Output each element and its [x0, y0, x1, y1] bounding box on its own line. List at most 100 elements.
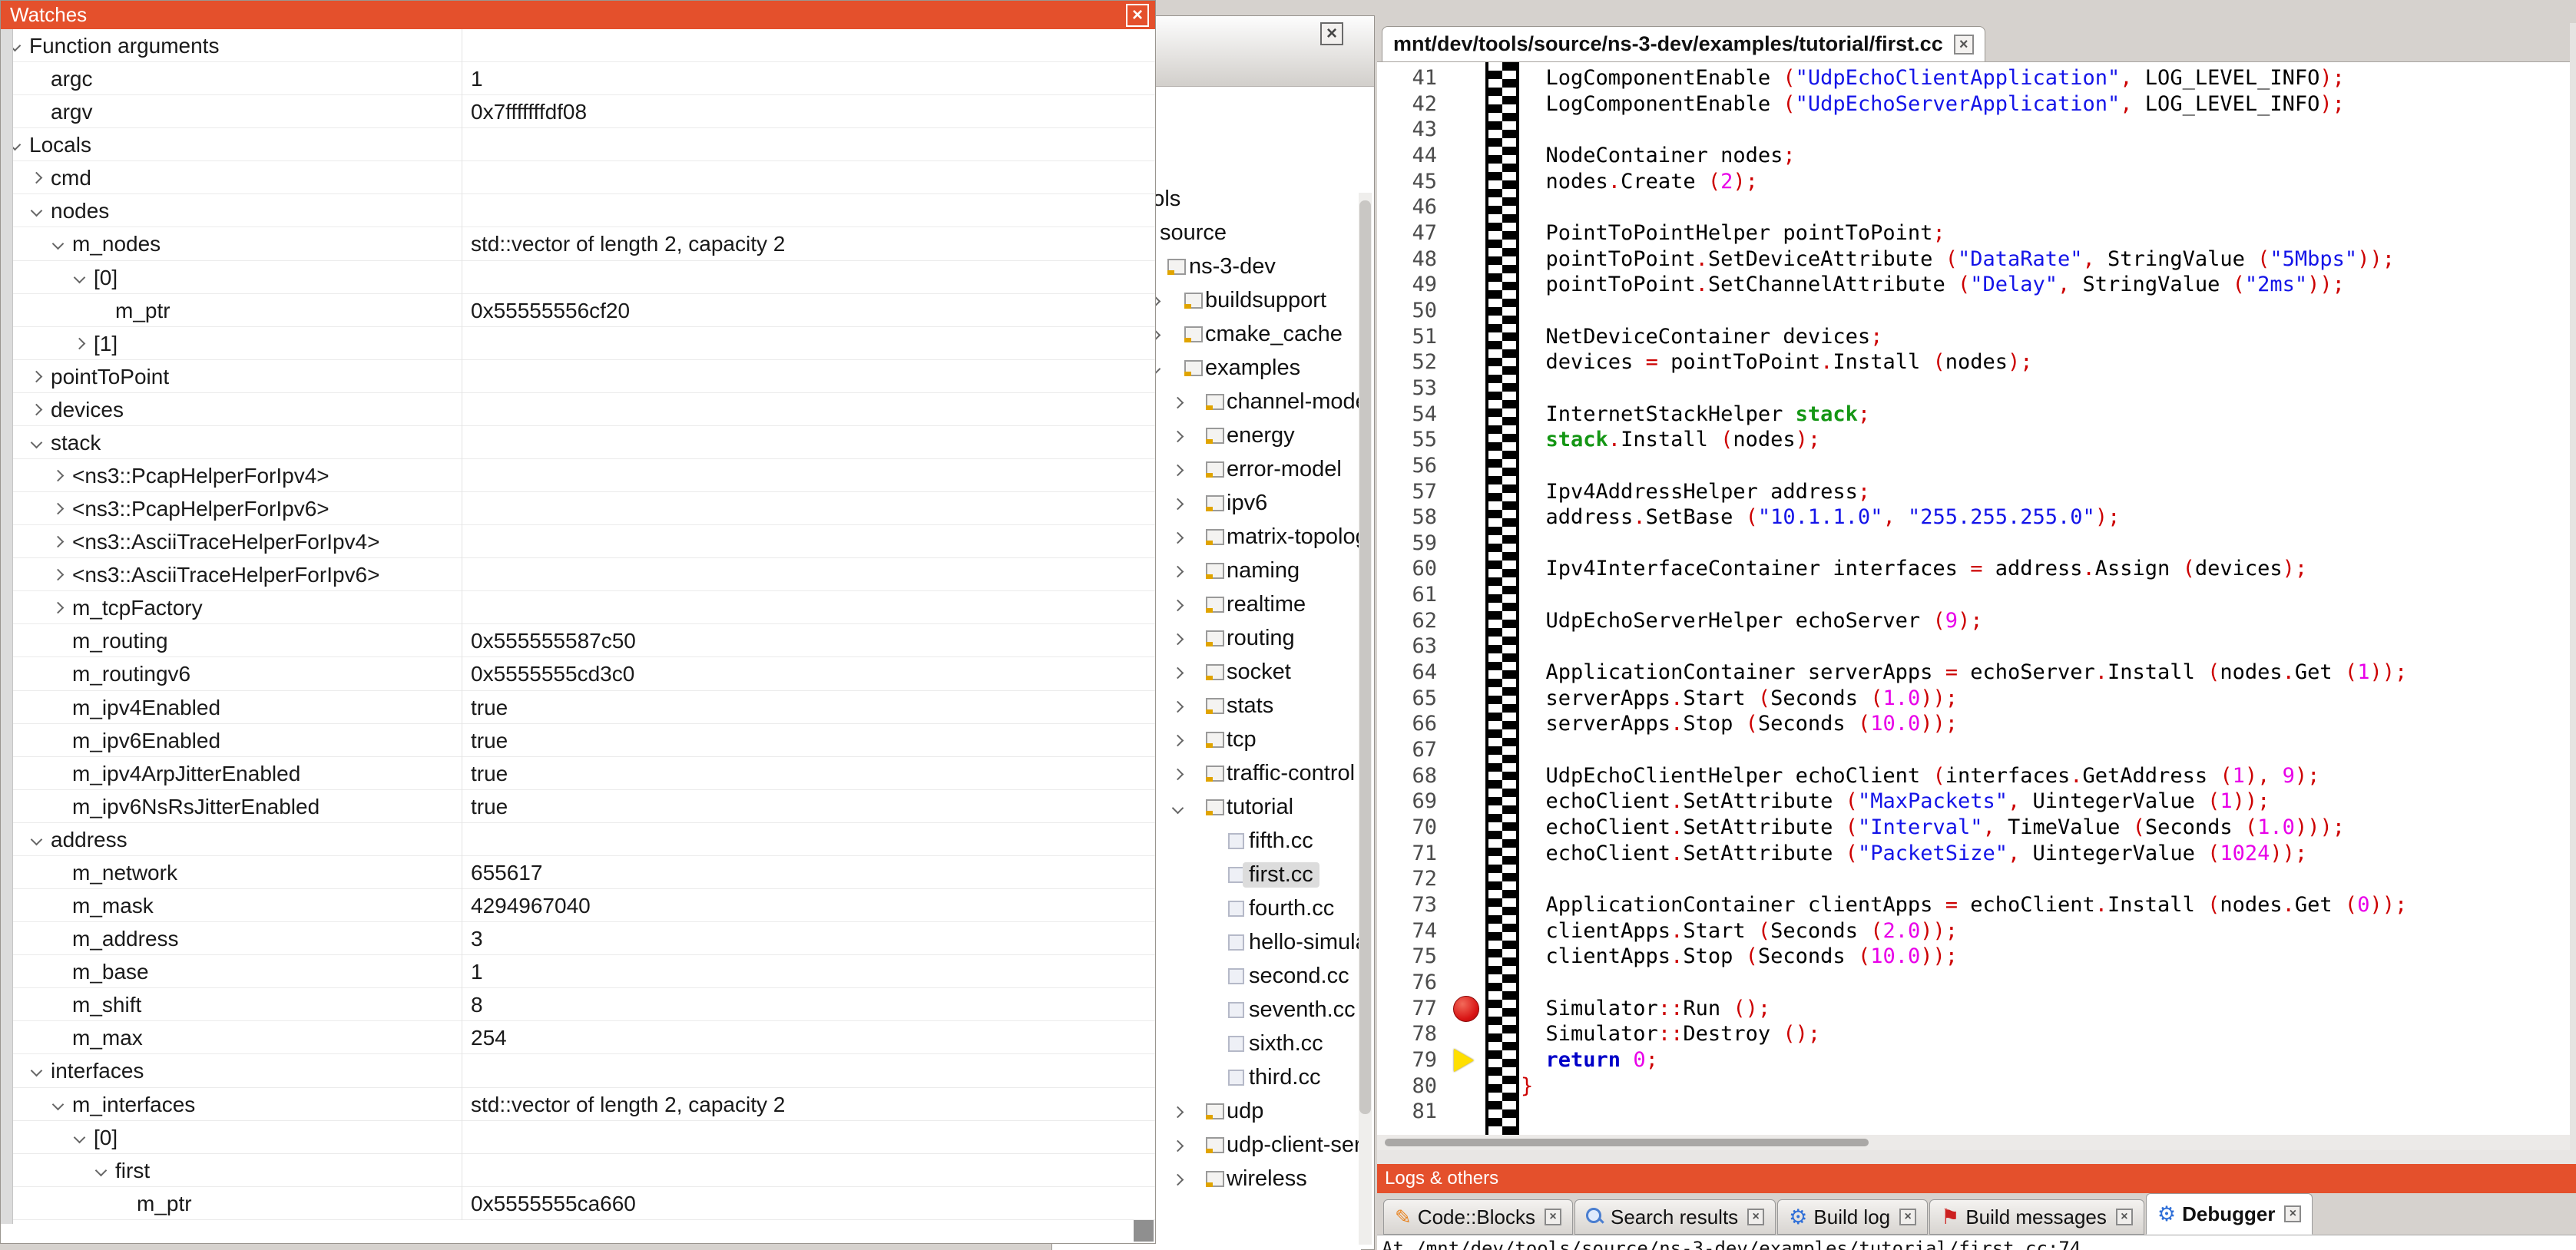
chevron-right-icon[interactable]	[1172, 1140, 1184, 1152]
code-line[interactable]: Simulator::Run ();	[1521, 996, 2565, 1022]
watch-row[interactable]: <ns3::AsciiTraceHelperForIpv6>	[1, 558, 1155, 591]
line-number[interactable]: 47	[1377, 220, 1448, 246]
close-icon[interactable]: ×	[1545, 1209, 1561, 1225]
watch-row[interactable]: stack	[1, 426, 1155, 459]
code-line[interactable]: pointToPoint.SetChannelAttribute ("Delay…	[1521, 272, 2565, 298]
close-icon[interactable]: ×	[1954, 35, 1974, 55]
line-number[interactable]: 70	[1377, 815, 1448, 841]
code-line[interactable]	[1521, 582, 2565, 608]
code-line[interactable]: serverApps.Start (Seconds (1.0));	[1521, 686, 2565, 712]
code-line[interactable]	[1521, 866, 2565, 892]
line-number[interactable]: 72	[1377, 866, 1448, 892]
watch-row[interactable]: m_address3	[1, 922, 1155, 955]
code-line[interactable]: serverApps.Stop (Seconds (10.0));	[1521, 711, 2565, 737]
chevron-right-icon[interactable]	[1172, 532, 1184, 544]
line-number[interactable]: 48	[1377, 246, 1448, 273]
close-icon[interactable]: ×	[1899, 1209, 1916, 1225]
line-number[interactable]: 56	[1377, 453, 1448, 479]
chevron-right-icon[interactable]	[1172, 431, 1184, 443]
code-line[interactable]: devices = pointToPoint.Install (nodes);	[1521, 349, 2565, 375]
watch-row[interactable]: m_ipv4ArpJitterEnabledtrue	[1, 757, 1155, 790]
tree-vertical-scrollbar[interactable]	[1359, 193, 1372, 1245]
chevron-right-icon[interactable]	[1172, 1106, 1184, 1119]
watch-row[interactable]: m_interfacesstd::vector of length 2, cap…	[1, 1088, 1155, 1121]
line-number[interactable]: 45	[1377, 169, 1448, 195]
chevron-down-icon[interactable]	[31, 205, 43, 217]
code-line[interactable]	[1521, 970, 2565, 996]
code-line[interactable]: stack.Install (nodes);	[1521, 427, 2565, 453]
code-line[interactable]: NodeContainer nodes;	[1521, 143, 2565, 169]
chevron-right-icon[interactable]	[1172, 633, 1184, 646]
watch-row[interactable]: first	[1, 1154, 1155, 1187]
line-number[interactable]: 46	[1377, 194, 1448, 220]
editor-horizontal-scrollbar[interactable]	[1377, 1135, 2570, 1150]
code-line[interactable]	[1521, 194, 2565, 220]
code-line[interactable]	[1521, 453, 2565, 479]
chevron-right-icon[interactable]	[74, 337, 86, 349]
line-number[interactable]: 77	[1377, 996, 1448, 1022]
watch-row[interactable]: [0]	[1, 1121, 1155, 1154]
line-number[interactable]: 66	[1377, 711, 1448, 737]
line-number[interactable]: 62	[1377, 608, 1448, 634]
chevron-down-icon[interactable]	[31, 834, 43, 846]
chevron-down-icon[interactable]	[1172, 802, 1184, 815]
line-number[interactable]: 53	[1377, 375, 1448, 402]
line-number[interactable]: 60	[1377, 556, 1448, 582]
chevron-down-icon[interactable]	[31, 437, 43, 449]
watch-row[interactable]: m_mask4294967040	[1, 889, 1155, 922]
chevron-down-icon[interactable]	[31, 1065, 43, 1077]
line-number[interactable]: 80	[1377, 1073, 1448, 1100]
code-lines[interactable]: LogComponentEnable ("UdpEchoClientApplic…	[1521, 65, 2565, 1125]
watches-titlebar[interactable]: Watches ×	[1, 1, 1155, 29]
line-number[interactable]: 78	[1377, 1021, 1448, 1047]
watch-row[interactable]: m_shift8	[1, 988, 1155, 1021]
chevron-right-icon[interactable]	[1172, 465, 1184, 477]
chevron-right-icon[interactable]	[1172, 735, 1184, 747]
chevron-right-icon[interactable]	[52, 503, 65, 515]
line-number[interactable]: 69	[1377, 789, 1448, 815]
code-line[interactable]: }	[1521, 1073, 2565, 1100]
watch-row[interactable]: m_network655617	[1, 856, 1155, 889]
line-number[interactable]: 57	[1377, 479, 1448, 505]
line-number[interactable]: 59	[1377, 531, 1448, 557]
code-line[interactable]: UdpEchoServerHelper echoServer (9);	[1521, 608, 2565, 634]
chevron-right-icon[interactable]	[31, 172, 43, 184]
line-number[interactable]: 73	[1377, 892, 1448, 918]
chevron-right-icon[interactable]	[52, 602, 65, 614]
editor-vertical-scrollbar[interactable]	[2570, 23, 2576, 1150]
chevron-down-icon[interactable]	[74, 1131, 86, 1143]
line-number[interactable]: 67	[1377, 737, 1448, 763]
close-icon[interactable]: ×	[2116, 1209, 2133, 1225]
chevron-right-icon[interactable]	[52, 470, 65, 482]
watch-row[interactable]: cmd	[1, 161, 1155, 194]
watch-row[interactable]: pointToPoint	[1, 360, 1155, 393]
line-number[interactable]: 49	[1377, 272, 1448, 298]
code-line[interactable]: ApplicationContainer serverApps = echoSe…	[1521, 660, 2565, 686]
tree-scrollbar-thumb[interactable]	[1359, 200, 1371, 1114]
line-number[interactable]: 74	[1377, 918, 1448, 944]
line-number[interactable]: 79	[1377, 1047, 1448, 1073]
chevron-right-icon[interactable]	[31, 404, 43, 416]
code-line[interactable]: Ipv4AddressHelper address;	[1521, 479, 2565, 505]
watch-row[interactable]: m_routingv60x5555555cd3c0	[1, 657, 1155, 690]
chevron-right-icon[interactable]	[1172, 769, 1184, 781]
editor-tab-first-cc[interactable]: mnt/dev/tools/source/ns-3-dev/examples/t…	[1382, 26, 1985, 61]
code-line[interactable]	[1521, 737, 2565, 763]
line-number[interactable]: 41	[1377, 65, 1448, 91]
watch-row[interactable]: nodes	[1, 194, 1155, 227]
watches-scroll-corner[interactable]	[1134, 1220, 1154, 1242]
watch-row[interactable]: argc1	[1, 62, 1155, 95]
watch-row[interactable]: Locals	[1, 128, 1155, 161]
code-line[interactable]: Simulator::Destroy ();	[1521, 1021, 2565, 1047]
chevron-right-icon[interactable]	[1172, 600, 1184, 612]
close-icon[interactable]: ×	[2284, 1205, 2301, 1222]
watch-row[interactable]: <ns3::AsciiTraceHelperForIpv4>	[1, 525, 1155, 558]
watch-row[interactable]: address	[1, 823, 1155, 856]
chevron-down-icon[interactable]	[52, 238, 65, 250]
chevron-down-icon[interactable]	[95, 1164, 108, 1176]
chevron-right-icon[interactable]	[1172, 498, 1184, 511]
chevron-right-icon[interactable]	[1172, 1174, 1184, 1186]
logs-titlebar[interactable]: Logs & others	[1377, 1164, 2576, 1193]
chevron-right-icon[interactable]	[1172, 667, 1184, 680]
code-line[interactable]: address.SetBase ("10.1.1.0", "255.255.25…	[1521, 504, 2565, 531]
